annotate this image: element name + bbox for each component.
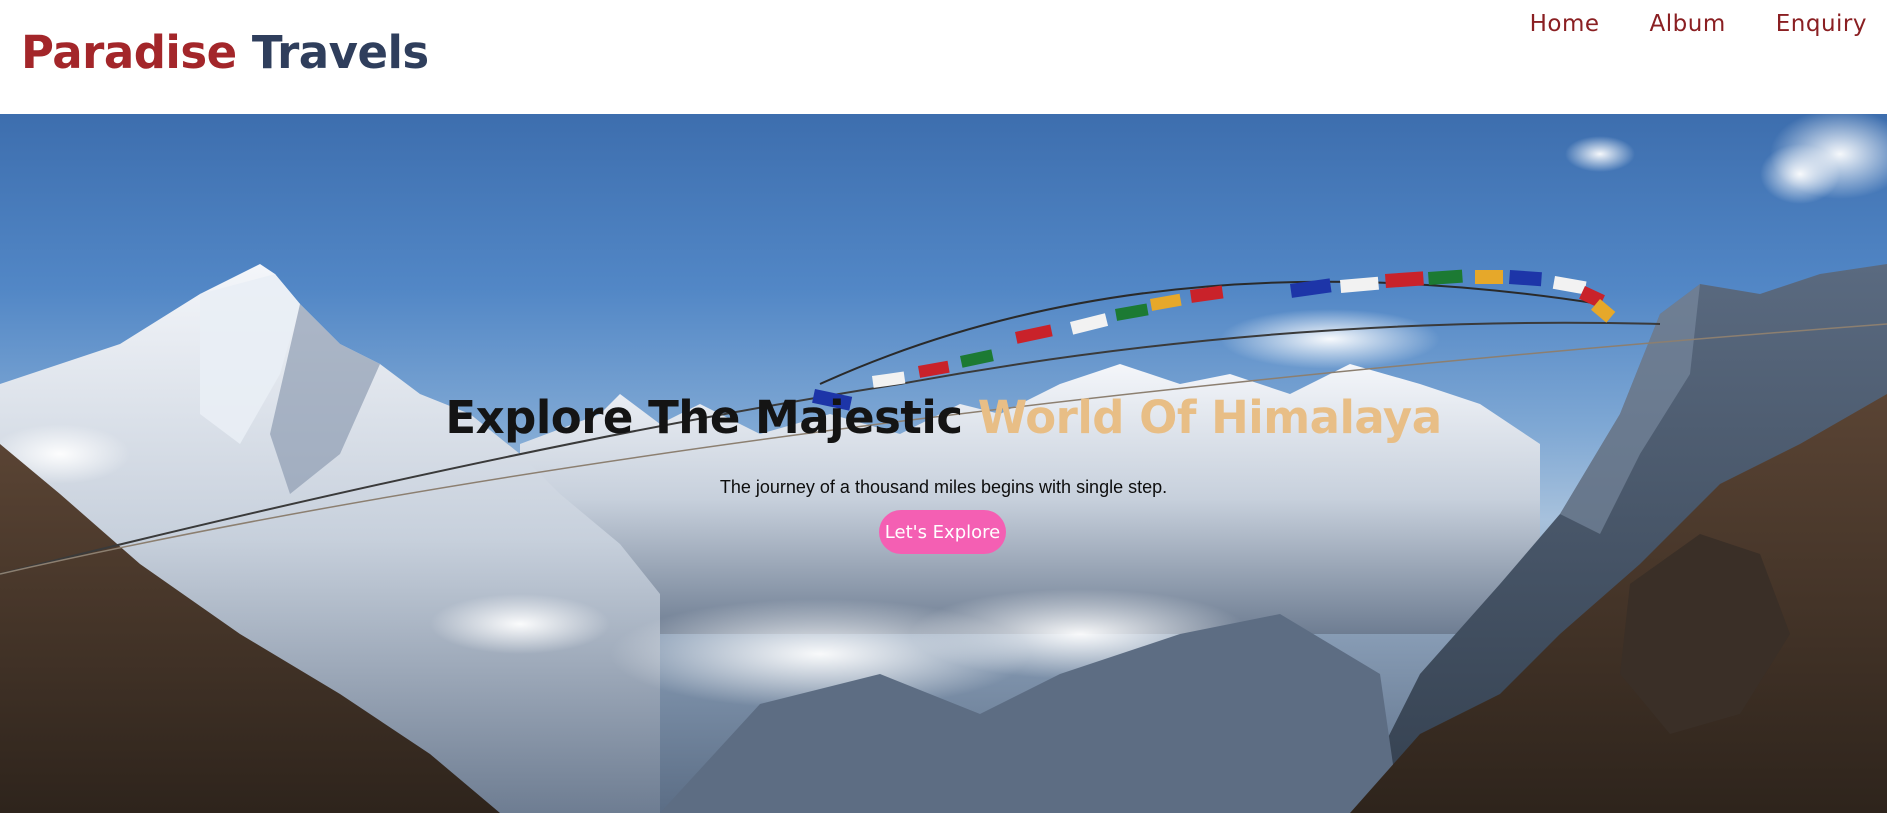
hero-background-image — [0, 114, 1887, 813]
hero-title: Explore The Majestic World Of Himalaya — [0, 390, 1887, 446]
lets-explore-button[interactable]: Let's Explore — [879, 510, 1006, 554]
hero-section: Explore The Majestic World Of Himalaya T… — [0, 114, 1887, 813]
hero-title-part1: Explore The Majestic — [445, 391, 963, 444]
nav-link-home[interactable]: Home — [1530, 9, 1600, 39]
nav-link-enquiry[interactable]: Enquiry — [1776, 9, 1867, 39]
hero-subtitle: The journey of a thousand miles begins w… — [719, 477, 1168, 497]
nav-link-album[interactable]: Album — [1650, 9, 1726, 39]
hero-title-part2: World Of Himalaya — [977, 391, 1442, 444]
main-nav: Home Album Enquiry — [1480, 9, 1867, 39]
brand-word-travels: Travels — [251, 26, 429, 79]
brand-word-paradise: Paradise — [21, 26, 237, 79]
site-header: Paradise Travels Home Album Enquiry — [0, 0, 1887, 114]
brand-logo[interactable]: Paradise Travels — [21, 25, 429, 81]
